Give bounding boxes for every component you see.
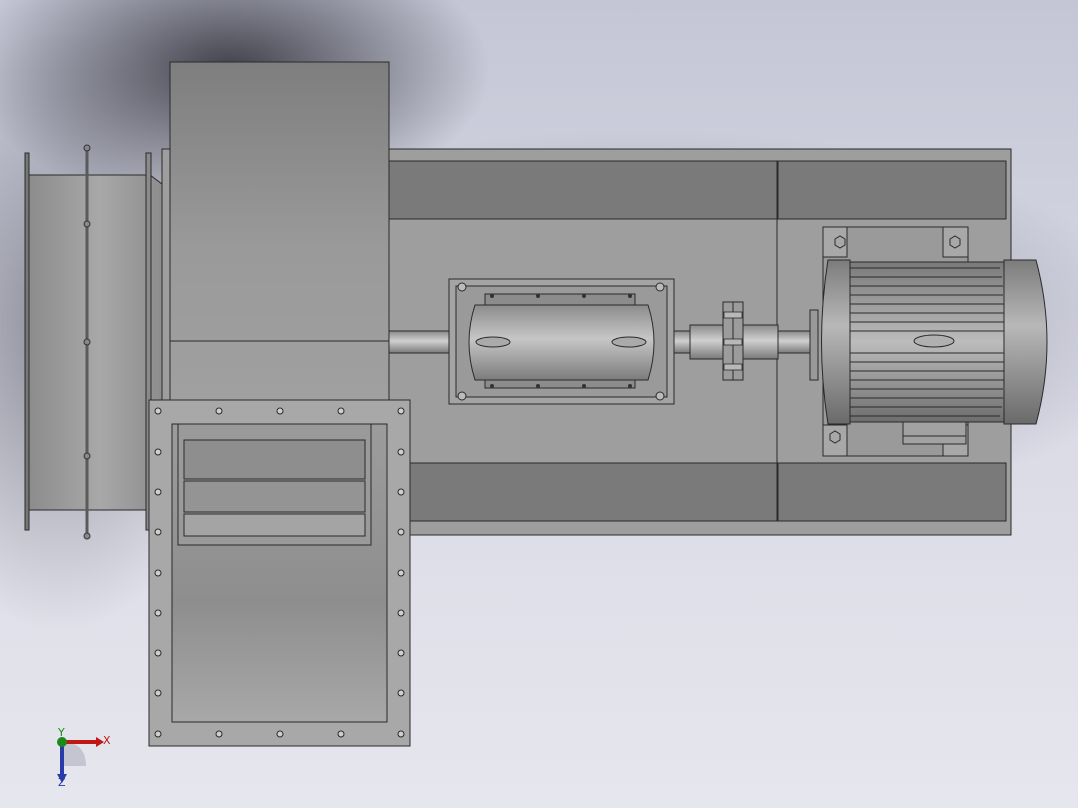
triad-x-label: X: [103, 734, 111, 747]
triad-y-label: Y: [58, 726, 65, 739]
outlet-flange[interactable]: [148, 399, 411, 747]
fan-model[interactable]: [0, 0, 1078, 808]
fan-housing[interactable]: [169, 61, 390, 403]
cad-viewport[interactable]: X Y Z: [0, 0, 1078, 808]
electric-motor[interactable]: [809, 226, 1048, 457]
bearing-housing[interactable]: [448, 278, 675, 405]
triad-z-label: Z: [58, 776, 66, 789]
inlet-duct[interactable]: [24, 144, 171, 540]
orientation-triad[interactable]: X Y Z: [52, 726, 122, 792]
